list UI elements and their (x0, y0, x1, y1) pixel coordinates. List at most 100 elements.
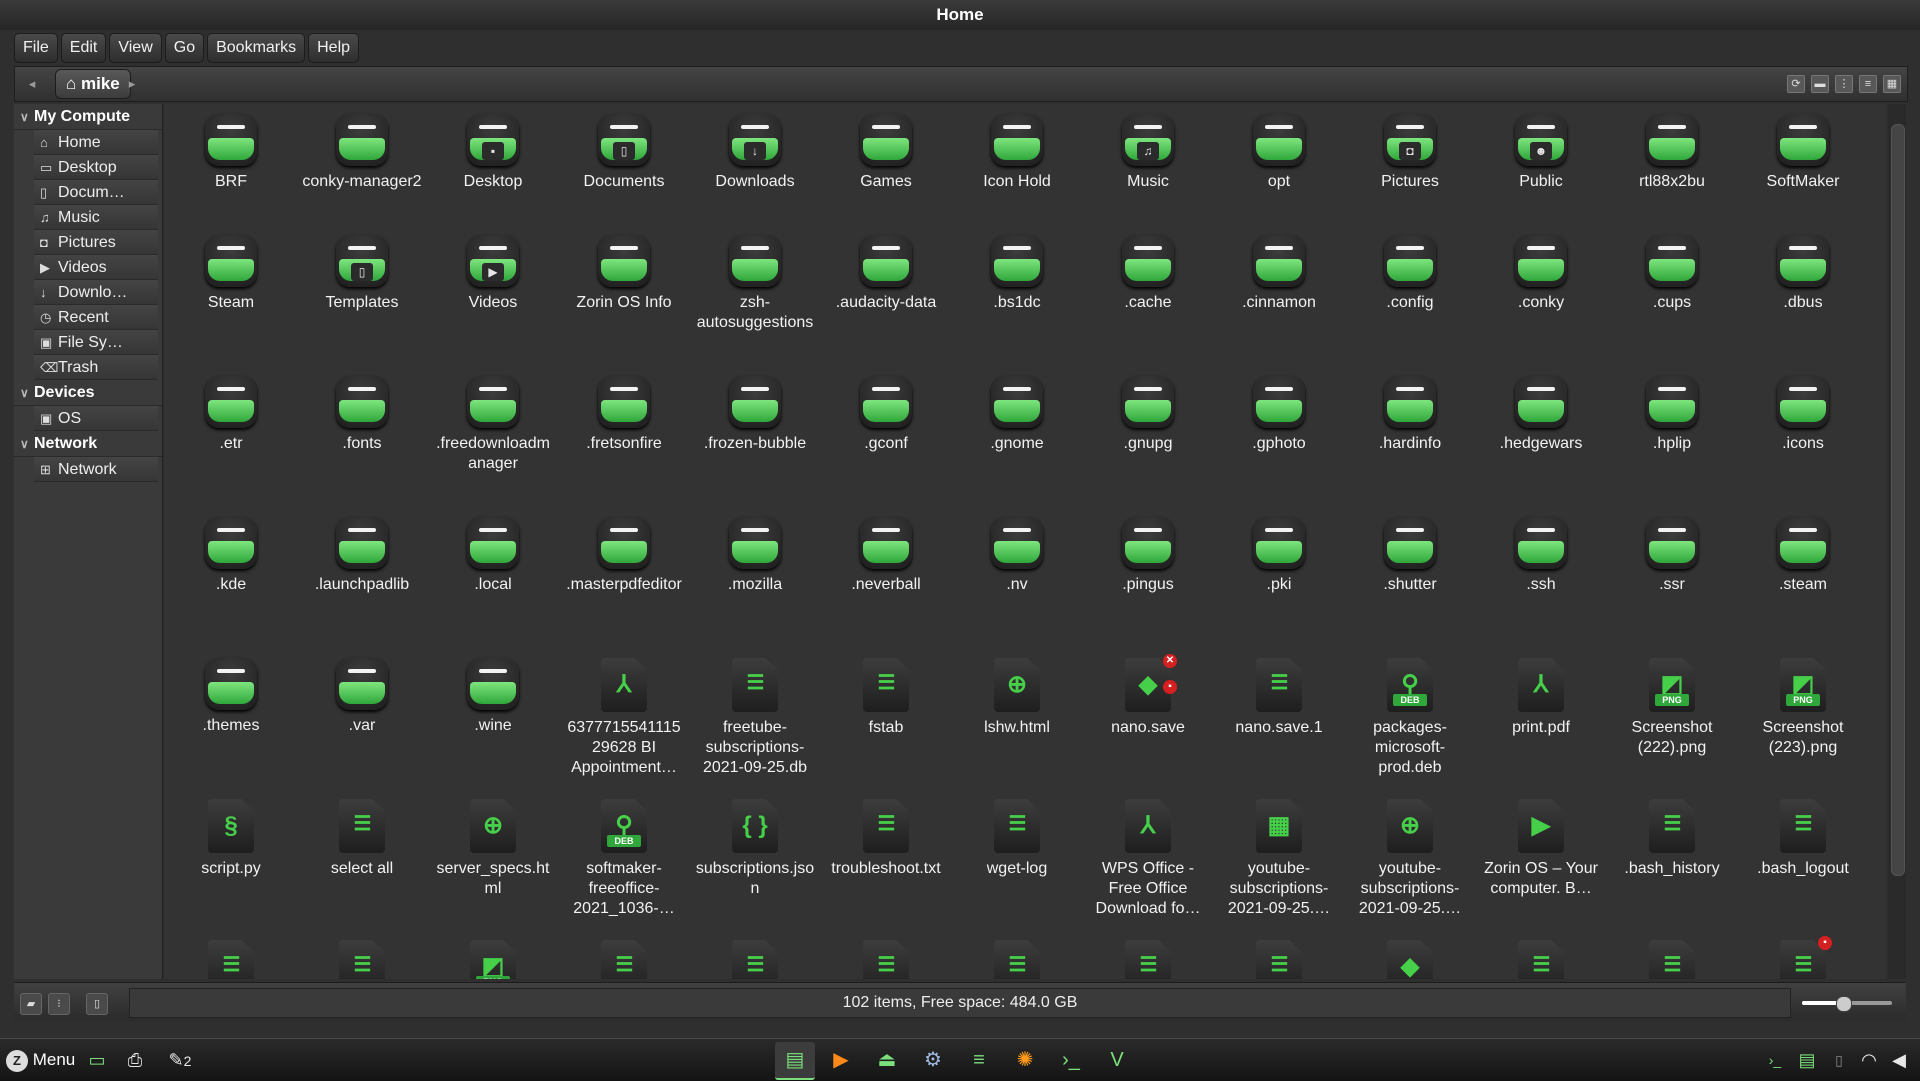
file-item[interactable]: ☰ .bash_history (1611, 799, 1733, 879)
file-item[interactable]: ☰ wget-log (956, 799, 1078, 879)
folder-item[interactable]: .masterpdfeditor (563, 517, 685, 595)
icon-view-icon[interactable]: ⋮ (1835, 75, 1853, 93)
file-item[interactable]: ☰ (170, 940, 292, 979)
folder-item[interactable]: .etr (170, 376, 292, 454)
sidebar-item-music[interactable]: ♫ Music (34, 205, 158, 230)
folder-item[interactable]: SoftMaker (1742, 114, 1864, 192)
folder-item[interactable]: .frozen-bubble (694, 376, 816, 454)
folder-item[interactable]: conky-manager2 (301, 114, 423, 192)
file-item[interactable]: ◩ PNG Screenshot (222).png (1611, 658, 1733, 758)
vertical-scrollbar[interactable] (1888, 104, 1906, 979)
terminal-task[interactable]: ›_ (1051, 1042, 1091, 1078)
file-item[interactable]: ◩PNG (432, 940, 554, 979)
sidebar-item-network[interactable]: ⊞ Network (34, 457, 158, 482)
menu-go[interactable]: Go (164, 33, 205, 63)
folder-item[interactable]: Games (825, 114, 947, 192)
folder-item[interactable]: ↓ Downloads (694, 114, 816, 192)
sidebar-item-os[interactable]: ▣ OS (34, 406, 158, 431)
settings-task[interactable]: ⚙ (913, 1042, 953, 1078)
file-item[interactable]: ⚲ DEB softmaker-freeoffice-2021_1036-… (563, 799, 685, 919)
file-item[interactable]: § script.py (170, 799, 292, 879)
folder-item[interactable]: .launchpadlib (301, 517, 423, 595)
file-item[interactable]: ☰ fstab (825, 658, 947, 738)
file-item[interactable]: ◆ ✕ ▪ nano.save (1087, 654, 1209, 738)
terminal-icon[interactable]: ▭ (84, 1047, 110, 1073)
folder-item[interactable]: .shutter (1349, 517, 1471, 595)
file-icon-view[interactable]: BRF conky-manager2 ▪ Desktop ▯ Documents ↓ Down… (164, 104, 1886, 979)
file-item[interactable]: ☰ select all (301, 799, 423, 879)
file-item[interactable]: ☰ (956, 940, 1078, 979)
file-item[interactable]: ⅄ print.pdf (1480, 658, 1602, 738)
hide-sidebar-icon[interactable]: ▯ (86, 993, 108, 1015)
scrollbar-thumb[interactable] (1891, 124, 1905, 876)
folder-item[interactable]: .bs1dc (956, 235, 1078, 313)
sidebar-section-network[interactable]: ∨ Network (14, 431, 162, 457)
files-task[interactable]: ▤ (775, 1042, 815, 1080)
volume-icon[interactable]: ◀ (1886, 1047, 1912, 1073)
file-item[interactable]: ⊕ youtube-subscriptions-2021-09-25.… (1349, 799, 1471, 919)
file-item[interactable]: ⅄ WPS Office - Free Office Download fo… (1087, 799, 1209, 919)
show-tree-icon[interactable]: ⁝ (48, 993, 70, 1015)
folder-item[interactable]: ♫ Music (1087, 114, 1209, 192)
folder-item[interactable]: .audacity-data (825, 235, 947, 313)
folder-item[interactable]: .fretsonfire (563, 376, 685, 454)
start-menu-button[interactable]: Z Menu (6, 1047, 75, 1073)
file-item[interactable]: ☰ (301, 940, 423, 979)
file-item[interactable]: ☰ (1218, 940, 1340, 979)
sidebar-item-recent[interactable]: ◷ Recent (34, 305, 158, 330)
folder-item[interactable]: .hplip (1611, 376, 1733, 454)
file-item[interactable]: ☰ (563, 940, 685, 979)
folder-item[interactable]: .gconf (825, 376, 947, 454)
wifi-icon[interactable]: ◠ (1856, 1047, 1882, 1073)
file-item[interactable]: ☰ freetube-subscriptions-2021-09-25.db (694, 658, 816, 778)
sidebar-item-home[interactable]: ⌂ Home (34, 130, 158, 155)
folder-item[interactable]: .gnome (956, 376, 1078, 454)
zoom-slider[interactable] (1802, 996, 1892, 1012)
folder-item[interactable]: .pingus (1087, 517, 1209, 595)
show-places-icon[interactable]: ▰ (20, 993, 42, 1015)
folder-item[interactable]: .neverball (825, 517, 947, 595)
file-item[interactable]: ☰ (1611, 940, 1733, 979)
sidebar-section-devices[interactable]: ∨ Devices (14, 380, 162, 406)
folder-item[interactable]: ▯ Templates (301, 235, 423, 313)
sidebar-item-desktop[interactable]: ▭ Desktop (34, 155, 158, 180)
file-item[interactable]: ◆ (1349, 940, 1471, 979)
list-view-icon[interactable]: ≡ (1859, 75, 1877, 93)
back-button[interactable]: ◂ (19, 71, 45, 97)
file-item[interactable]: ☰ (1480, 940, 1602, 979)
file-item[interactable]: ☰ ▪ (1742, 936, 1864, 979)
file-item[interactable]: ▶ Zorin OS – Your computer. B… (1480, 799, 1602, 899)
folder-item[interactable]: .hedgewars (1480, 376, 1602, 454)
sidebar-item-documents[interactable]: ▯ Docum… (34, 180, 158, 205)
toggle-location-icon[interactable]: ⟳ (1787, 75, 1805, 93)
folder-item[interactable]: .conky (1480, 235, 1602, 313)
sidebar-item-trash[interactable]: ⌫Trash (34, 355, 158, 380)
folder-item[interactable]: ◘ Pictures (1349, 114, 1471, 192)
folder-item[interactable]: .nv (956, 517, 1078, 595)
folder-item[interactable]: Icon Hold (956, 114, 1078, 192)
folder-item[interactable]: .freedownloadmanager (432, 376, 554, 474)
printer-icon[interactable]: ⎙ (122, 1047, 148, 1073)
file-item[interactable]: ▦ youtube-subscriptions-2021-09-25.… (1218, 799, 1340, 919)
menu-help[interactable]: Help (308, 33, 360, 63)
file-item[interactable]: { } subscriptions.json (694, 799, 816, 899)
folder-item[interactable]: .hardinfo (1349, 376, 1471, 454)
file-item[interactable]: ⅄ 637771554111529628 BI Appointment… (563, 658, 685, 778)
zoom-slider-handle[interactable] (1835, 996, 1852, 1012)
file-item[interactable]: ☰ (694, 940, 816, 979)
folder-item[interactable]: Zorin OS Info (563, 235, 685, 313)
folder-item[interactable]: BRF (170, 114, 292, 192)
folder-item[interactable]: ▶ Videos (432, 235, 554, 313)
folder-item[interactable]: .icons (1742, 376, 1864, 454)
folder-item[interactable]: .ssr (1611, 517, 1733, 595)
folder-item[interactable]: ▪ Desktop (432, 114, 554, 192)
forward-button[interactable]: ▸ (119, 71, 145, 97)
file-item[interactable]: ☰ (825, 940, 947, 979)
folder-item[interactable]: .cinnamon (1218, 235, 1340, 313)
sidebar-item-downloads[interactable]: ↓ Downlo… (34, 280, 158, 305)
folder-item[interactable]: ▯ Documents (563, 114, 685, 192)
notification-icon[interactable]: ✎2 (160, 1047, 200, 1073)
folder-item[interactable]: .mozilla (694, 517, 816, 595)
file-item[interactable]: ☰ (1087, 940, 1209, 979)
folder-item[interactable]: ☻ Public (1480, 114, 1602, 192)
